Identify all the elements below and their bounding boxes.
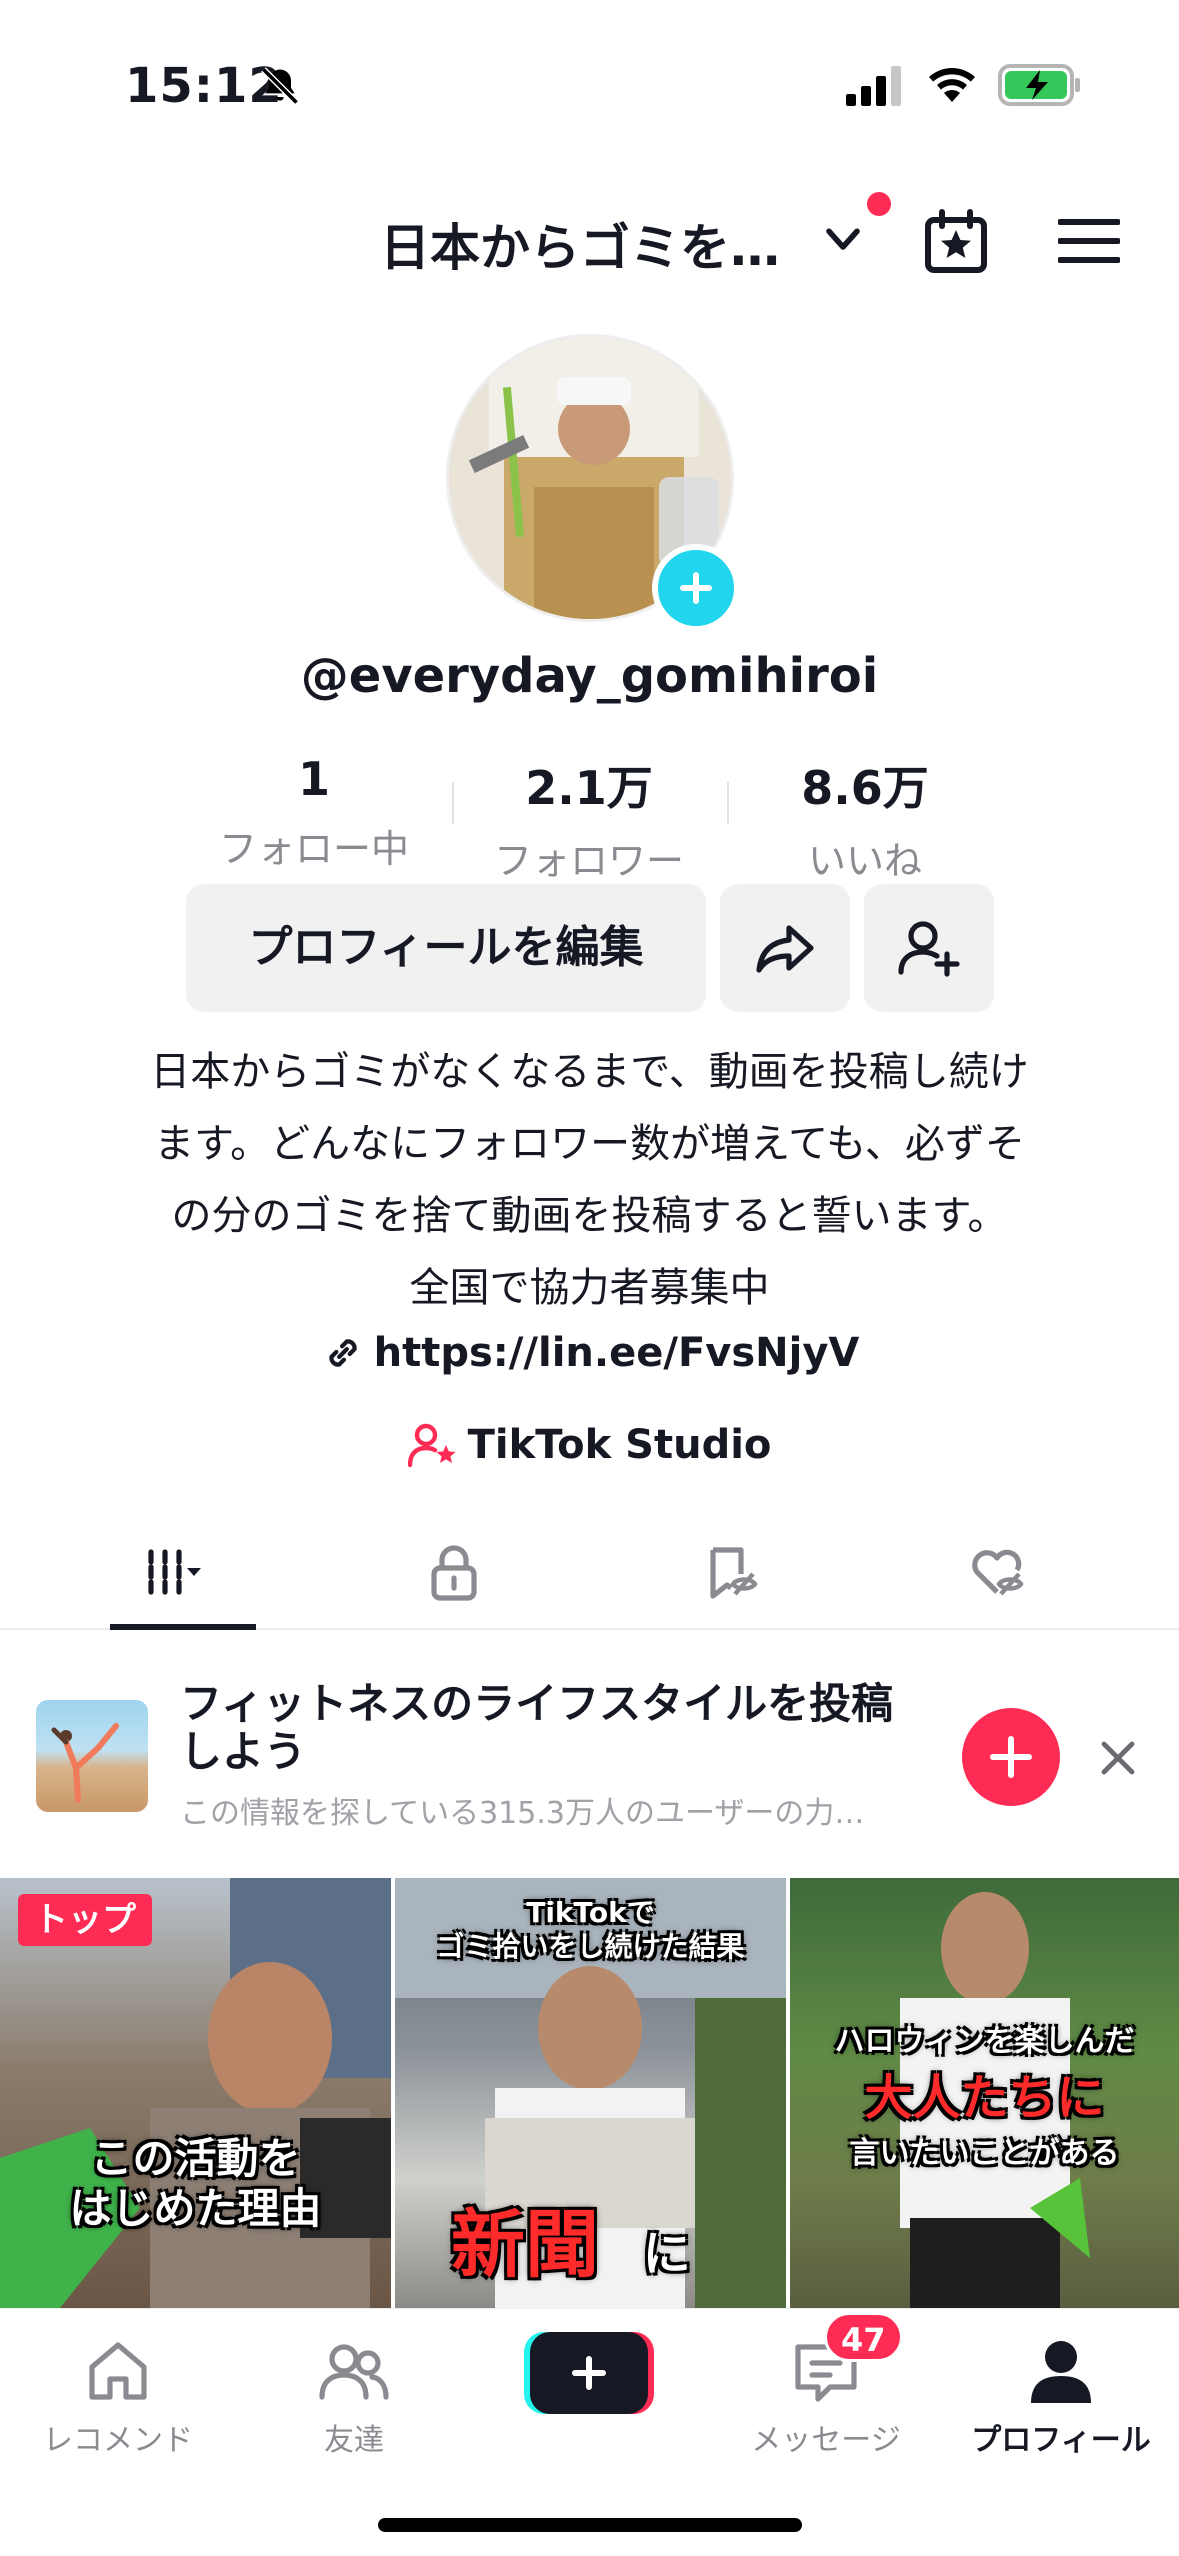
close-icon[interactable] [1094, 1734, 1142, 1782]
nav-label: レコメンド [43, 2423, 193, 2458]
create-button[interactable] [524, 2330, 654, 2416]
message-count-badge: 47 [824, 2312, 903, 2362]
bio: 日本からゴミがなくなるまで、動画を投稿し続け ます。どんなにフォロワー数が増えて… [80, 1036, 1099, 1324]
bookmark-hidden-icon [710, 1547, 758, 1599]
stat-label: いいね [807, 839, 922, 883]
heart-hidden-icon [972, 1549, 1024, 1596]
nav-label: メッセージ [751, 2423, 901, 2458]
grid-icon [148, 1549, 201, 1595]
tab-videos[interactable] [110, 1530, 260, 1630]
caption-line: この活動を [90, 2134, 301, 2183]
tab-saved-hidden[interactable] [654, 1530, 804, 1630]
signal-icon [846, 66, 901, 106]
add-user-icon [898, 921, 960, 977]
video-thumbnail[interactable]: TikTokで ゴミ拾いをし続けた結果 新聞 に [395, 1878, 786, 2308]
stat-label: フォロー中 [218, 827, 409, 871]
status-bar: 15:12 [0, 0, 1179, 170]
nav-label: プロフィール [971, 2423, 1151, 2458]
suggestion-subtitle: この情報を探している315.3万人のユーザーの力… [180, 1796, 865, 1831]
stat-likes[interactable]: 8.6万 いいね [745, 752, 985, 885]
bio-line: 全国で協力者募集中 [409, 1265, 770, 1311]
friends-icon [319, 2344, 389, 2400]
calendar-star-icon[interactable] [920, 206, 992, 278]
tab-liked-hidden[interactable] [922, 1530, 1072, 1630]
nav-label: 友達 [324, 2423, 384, 2458]
stat-following[interactable]: 1 フォロー中 [194, 752, 434, 873]
tiktok-studio-link[interactable]: TikTok Studio [0, 1422, 1179, 1468]
video-caption: ハロウィンを楽しんだ 大人たちに 言いたいことがある [790, 2014, 1179, 2182]
chevron-down-icon[interactable] [822, 222, 864, 258]
bell-off-icon [261, 67, 299, 105]
battery-charging-icon [998, 64, 1080, 106]
stat-value: 8.6万 [801, 761, 929, 815]
home-icon [89, 2342, 147, 2400]
account-name[interactable]: 日本からゴミを… [380, 208, 780, 280]
caption-line: はじめた理由 [69, 2184, 322, 2233]
video-thumbnail[interactable]: ハロウィンを楽しんだ 大人たちに 言いたいことがある [790, 1878, 1179, 2308]
username: @everyday_gomihiroi [300, 648, 879, 704]
video-caption: この活動を はじめた理由 [0, 2134, 391, 2234]
divider [452, 782, 454, 824]
bio-line: ます。どんなにフォロワー数が増えても、必ずそ [154, 1121, 1025, 1167]
menu-icon[interactable] [1058, 216, 1120, 266]
caption-line: 言いたいことがある [849, 2136, 1120, 2171]
profile-icon [1031, 2341, 1091, 2403]
suggestion-thumbnail [36, 1700, 148, 1812]
edit-profile-button[interactable]: プロフィールを編集 [186, 884, 706, 1012]
video-grid: トップ この活動を はじめた理由 TikTokで ゴミ拾いをし続けた結果 新聞 … [0, 1878, 1179, 2308]
nav-profile[interactable]: プロフィール [943, 2319, 1179, 2459]
bio-line: の分のゴミを捨て動画を投稿すると誓います。 [171, 1193, 1008, 1239]
stat-value: 2.1万 [525, 761, 653, 815]
link-text[interactable]: https://lin.ee/FvsNjyV [374, 1330, 860, 1376]
wifi-icon [929, 68, 975, 102]
notification-dot [867, 192, 891, 216]
stat-label: フォロワー [493, 839, 684, 883]
add-friend-button[interactable] [864, 884, 994, 1012]
home-indicator [378, 2518, 802, 2532]
studio-text[interactable]: TikTok Studio [468, 1422, 772, 1468]
caption-big: 新聞 [451, 2202, 599, 2288]
caption-line: ハロウィンを楽しんだ [834, 2024, 1135, 2059]
stat-value: 1 [297, 752, 330, 806]
share-profile-button[interactable] [720, 884, 850, 1012]
video-caption-big: 新聞 に [451, 2200, 786, 2299]
profile-link[interactable]: https://lin.ee/FvsNjyV [0, 1330, 1179, 1376]
lock-icon [431, 1545, 477, 1601]
nav-home[interactable]: レコメンド [0, 2319, 236, 2459]
caption-line: ゴミ拾いをし続けた結果 [436, 1930, 745, 1963]
share-icon [756, 925, 814, 973]
video-thumbnail[interactable]: トップ この活動を はじめた理由 [0, 1878, 391, 2308]
pinned-badge: トップ [18, 1894, 152, 1946]
bio-line: 日本からゴミがなくなるまで、動画を投稿し続け [150, 1049, 1029, 1095]
caption-line: 大人たちに [864, 2070, 1105, 2126]
nav-friends[interactable]: 友達 [236, 2319, 472, 2459]
yoga-figure-image [51, 1723, 119, 1803]
suggestion-add-button[interactable] [962, 1708, 1060, 1806]
caption-small: に [642, 2226, 691, 2282]
add-avatar-button[interactable] [652, 544, 740, 632]
caption-line: TikTokで [526, 1896, 655, 1929]
tab-private[interactable] [379, 1530, 529, 1630]
profile-tabs [0, 1530, 1179, 1630]
stat-followers[interactable]: 2.1万 フォロワー [469, 752, 709, 885]
link-icon [328, 1339, 357, 1367]
creator-icon [407, 1423, 456, 1468]
divider [727, 782, 729, 824]
suggestion-title: フィットネスのライフスタイルを投稿しよう [180, 1679, 894, 1776]
video-caption-top: TikTokで ゴミ拾いをし続けた結果 [395, 1896, 786, 1964]
